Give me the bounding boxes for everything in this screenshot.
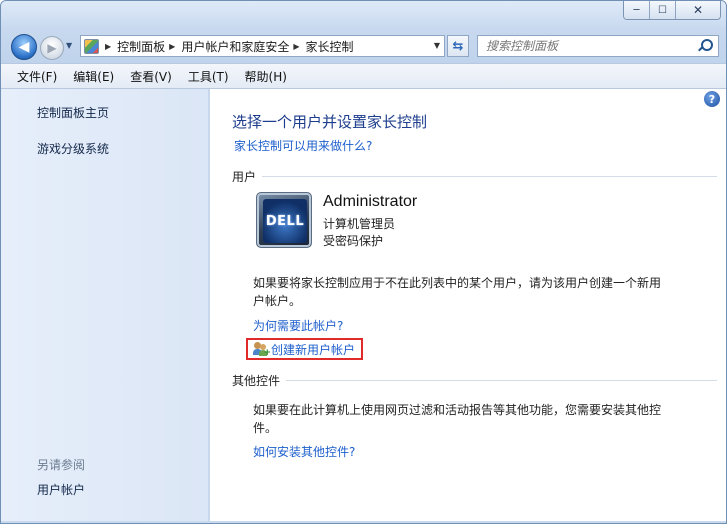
control-panel-window: ─ ☐ ✕ ◀ ▶ ▼ ▶ 控制面板 ▶ 用户帐户和家庭安全 ▶ 家长控制 ▼ …	[0, 0, 727, 524]
menu-bar: 文件(F) 编辑(E) 查看(V) 工具(T) 帮助(H)	[1, 63, 726, 89]
other-controls-section-heading: 其他控件	[232, 372, 717, 389]
refresh-button[interactable]: ⇆	[447, 35, 469, 57]
menu-help[interactable]: 帮助(H)	[239, 68, 293, 85]
users-section-label: 用户	[232, 170, 257, 184]
other-controls-description: 如果要在此计算机上使用网页过滤和活动报告等其他功能，您需要安装其他控件。	[253, 403, 662, 435]
section-divider	[286, 380, 717, 381]
users-add-icon: +	[253, 342, 271, 358]
breadcrumb-separator-icon[interactable]: ▶	[289, 42, 305, 51]
breadcrumb-separator-icon[interactable]: ▶	[101, 42, 117, 51]
chevron-down-icon: ▼	[66, 41, 73, 50]
breadcrumb-parental-controls[interactable]: 家长控制	[306, 38, 354, 55]
forward-button[interactable]: ▶	[40, 36, 64, 60]
search-input[interactable]	[478, 36, 693, 56]
user-password-status: 受密码保护	[323, 234, 384, 248]
page-title: 选择一个用户并设置家长控制	[232, 113, 428, 131]
breadcrumb-user-accounts-family-safety[interactable]: 用户帐户和家庭安全	[181, 38, 289, 55]
what-can-parental-controls-do-link[interactable]: 家长控制可以用来做什么?	[234, 137, 372, 154]
breadcrumb-separator-icon[interactable]: ▶	[165, 42, 181, 51]
menu-view[interactable]: 查看(V)	[124, 68, 178, 85]
breadcrumb-control-panel[interactable]: 控制面板	[117, 38, 165, 55]
close-button[interactable]: ✕	[676, 1, 720, 19]
user-role: 计算机管理员	[323, 217, 396, 231]
why-need-account-link[interactable]: 为何需要此帐户?	[253, 317, 343, 334]
menu-tools[interactable]: 工具(T)	[182, 68, 235, 85]
users-section-heading: 用户	[232, 168, 717, 185]
sidebar-link-user-accounts[interactable]: 用户帐户	[37, 481, 85, 498]
refresh-icon: ⇆	[452, 38, 464, 54]
menu-file[interactable]: 文件(F)	[11, 68, 63, 85]
dell-logo-icon: DELL	[263, 199, 307, 243]
user-name[interactable]: Administrator	[323, 193, 417, 211]
address-dropdown-icon[interactable]: ▼	[434, 41, 440, 50]
task-pane: 控制面板主页 游戏分级系统 另请参阅 用户帐户	[1, 89, 209, 521]
search-box[interactable]	[477, 35, 719, 57]
content-pane: ? 选择一个用户并设置家长控制 家长控制可以用来做什么? 用户 DELL Adm…	[210, 89, 726, 521]
menu-edit[interactable]: 编辑(E)	[67, 68, 120, 85]
maximize-button[interactable]: ☐	[650, 1, 676, 19]
section-divider	[262, 176, 717, 177]
avatar-logo-text: DELL	[265, 213, 305, 229]
navigation-bar: ◀ ▶ ▼ ▶ 控制面板 ▶ 用户帐户和家庭安全 ▶ 家长控制 ▼ ⇆	[1, 29, 726, 63]
title-bar: ─ ☐ ✕	[1, 1, 726, 29]
user-avatar[interactable]: DELL	[256, 192, 312, 248]
sidebar-link-game-ratings[interactable]: 游戏分级系统	[37, 140, 109, 157]
create-new-user-account-label[interactable]: 创建新用户帐户	[271, 341, 355, 358]
other-controls-section-label: 其他控件	[232, 374, 281, 388]
back-arrow-icon: ◀	[18, 39, 30, 55]
address-bar[interactable]: ▶ 控制面板 ▶ 用户帐户和家庭安全 ▶ 家长控制 ▼	[80, 35, 445, 57]
back-button[interactable]: ◀	[11, 34, 37, 60]
caption-buttons: ─ ☐ ✕	[623, 1, 721, 20]
create-account-description: 如果要将家长控制应用于不在此列表中的某个用户，请为该用户创建一个新用户帐户。	[253, 276, 662, 308]
control-panel-icon	[81, 36, 101, 56]
recent-pages-button[interactable]: ▼	[66, 41, 76, 53]
search-icon[interactable]	[698, 39, 713, 53]
how-to-install-other-controls-link[interactable]: 如何安装其他控件?	[253, 443, 355, 460]
forward-arrow-icon: ▶	[47, 41, 57, 55]
sidebar-link-control-panel-home[interactable]: 控制面板主页	[37, 104, 109, 121]
minimize-button[interactable]: ─	[624, 1, 650, 19]
create-new-user-account-link[interactable]: + 创建新用户帐户	[246, 338, 363, 360]
see-also-heading: 另请参阅	[37, 458, 86, 472]
help-icon[interactable]: ?	[704, 91, 720, 107]
